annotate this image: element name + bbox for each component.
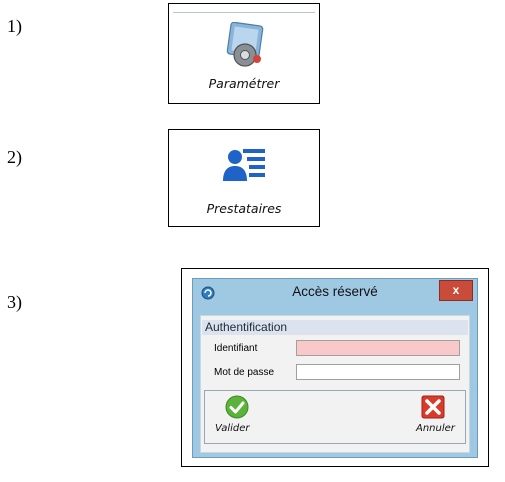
access-dialog: Accès réservé x Authentification Identif… [192,278,478,458]
password-label: Mot de passe [214,367,275,378]
validate-button[interactable]: Valider [209,393,255,439]
close-button[interactable]: x [439,280,473,301]
auth-section-header: Authentification [202,320,468,335]
cancel-button[interactable]: Annuler [413,393,463,439]
checkmark-icon [225,395,249,419]
step-2-label: 2) [7,147,22,167]
contacts-list-icon [221,143,269,189]
providers-button-frame: Prestataires [168,129,320,227]
step-3-label: 3) [7,292,22,312]
configure-button-label: Paramétrer [208,76,280,91]
password-input[interactable] [296,364,460,380]
providers-button[interactable]: Prestataires [169,130,319,226]
step-1-label: 1) [7,16,22,36]
validate-label: Valider [215,423,250,434]
username-input[interactable] [296,340,460,356]
action-bar: Valider Annuler [204,390,466,444]
dialog-body: Authentification Identifiant Mot de pass… [200,315,470,453]
settings-gear-icon [223,21,269,68]
configure-button[interactable]: Paramétrer [169,4,319,103]
cancel-label: Annuler [416,423,455,434]
cross-icon [421,395,445,419]
username-label: Identifiant [214,343,258,354]
providers-button-label: Prestataires [206,201,282,216]
dialog-title: Accès réservé [292,284,378,299]
configure-button-frame: Paramétrer [168,3,320,104]
